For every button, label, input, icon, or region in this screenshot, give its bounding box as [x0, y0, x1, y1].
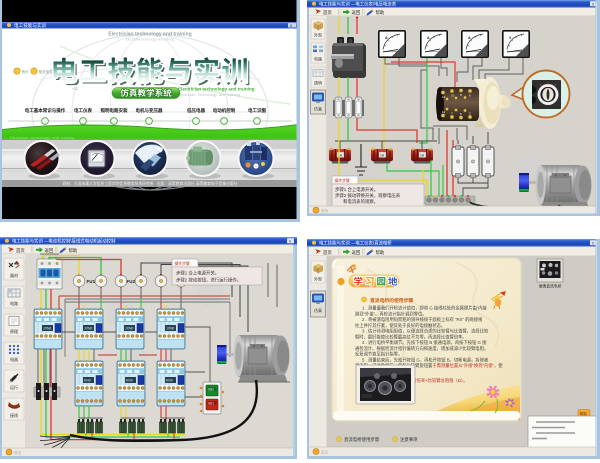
svg-text:JXN0: JXN0: [125, 327, 133, 331]
svg-text:步骤1 合上电源开关。: 步骤1 合上电源开关。: [335, 186, 378, 193]
svg-text:1A: 1A: [420, 154, 425, 158]
svg-text:电路: 电路: [10, 300, 18, 306]
svg-text:11: 11: [442, 110, 445, 114]
svg-text:仿真: 仿真: [314, 307, 322, 313]
svg-text:照明电路安装: 照明电路安装: [101, 107, 128, 114]
svg-text:首页: 首页: [321, 208, 329, 213]
svg-text:帮助: 帮助: [376, 9, 385, 16]
svg-text:返回: 返回: [352, 249, 361, 256]
svg-text:JXN0: JXN0: [43, 327, 51, 331]
svg-text:步骤2 按动按钮，进行运行操作。: 步骤2 按动按钮，进行运行操作。: [176, 277, 241, 284]
svg-text:便携直流电桥: 便携直流电桥: [539, 284, 562, 289]
svg-text:和电流表的观察。: 和电流表的观察。: [343, 198, 378, 205]
svg-text:研制：大连海事大学信息工程学院信息教育技术研究所 出版：: 研制：大连海事大学信息工程学院信息教育技术研究所 出版：高等教育出版社 高等教育…: [62, 181, 237, 186]
svg-text:相关信息: 相关信息: [39, 69, 54, 74]
svg-text:首页: 首页: [16, 247, 25, 254]
svg-text:电工识图: 电工识图: [248, 107, 266, 114]
svg-text:直流电桥的使用步骤: 直流电桥的使用步骤: [370, 297, 413, 304]
svg-text:接线: 接线: [10, 412, 18, 418]
svg-text:电器: 电器: [10, 356, 18, 362]
svg-text:操作步骤: 操作步骤: [335, 178, 350, 183]
svg-text:帮助: 帮助: [580, 411, 588, 416]
svg-text:音乐: 音乐: [22, 69, 30, 74]
svg-text:首页: 首页: [14, 450, 22, 455]
svg-text:FU1: FU1: [87, 279, 96, 284]
svg-text:外型: 外型: [314, 32, 322, 38]
svg-text:操作步骤: 操作步骤: [175, 261, 190, 266]
svg-text:电工技能与实训 —电工仪表\直流电桥: 电工技能与实训 —电工仪表\直流电桥: [319, 240, 392, 247]
svg-text:帮助: 帮助: [69, 247, 78, 254]
svg-text:器材: 器材: [10, 272, 18, 278]
svg-text:帮助: 帮助: [376, 249, 385, 256]
svg-text:Electrician technology and tra: Electrician technology and training: [126, 38, 175, 42]
svg-text:首页: 首页: [323, 9, 332, 16]
svg-text:A: A: [427, 36, 430, 40]
svg-text:电工技能与实训 —电工仪表\电压电流表: 电工技能与实训 —电工仪表\电压电流表: [319, 1, 397, 8]
svg-text:直流电桥使用步骤: 直流电桥使用步骤: [344, 436, 380, 443]
svg-text:低压电器: 低压电器: [186, 107, 205, 114]
svg-text:KN0: KN0: [166, 379, 173, 383]
svg-text:KN0: KN0: [126, 379, 133, 383]
svg-text:-cc: -cc: [72, 86, 79, 91]
svg-text:SB2: SB2: [208, 388, 214, 392]
svg-text:A: A: [385, 36, 388, 40]
svg-text:电机与变压器: 电机与变压器: [136, 107, 163, 114]
svg-text:返回: 返回: [352, 9, 361, 16]
svg-text:Electrician Technology and: Electrician Technology and training: [178, 93, 240, 97]
svg-text:Electrician technology and: Electrician technology and training: [10, 135, 74, 140]
svg-text:仿真: 仿真: [314, 106, 322, 112]
svg-text:步骤1 合上电源开关。: 步骤1 合上电源开关。: [176, 270, 219, 277]
svg-text:12: 12: [442, 95, 446, 99]
svg-text:透明: 透明: [314, 80, 322, 86]
svg-text:电工技能与实训: 电工技能与实训: [14, 22, 47, 29]
svg-text:KN0: KN0: [84, 379, 91, 383]
svg-text:1A: 1A: [380, 154, 385, 158]
svg-text:原理: 原理: [10, 328, 18, 334]
svg-text:首页: 首页: [321, 450, 329, 455]
svg-text:JXN0: JXN0: [166, 327, 174, 331]
svg-text:电路: 电路: [314, 56, 322, 62]
svg-text:10: 10: [451, 94, 455, 98]
svg-text:FU2: FU2: [127, 279, 136, 284]
svg-text:SB1: SB1: [208, 402, 214, 406]
svg-text:电工基本常识与操作: 电工基本常识与操作: [25, 107, 66, 114]
svg-text:外型: 外型: [314, 276, 322, 282]
svg-text:步骤2 拨动转换开关，观察电压表: 步骤2 拨动转换开关，观察电压表: [335, 192, 401, 199]
svg-text:电工技能与实训 —电动机控制\接线式电动机起动控制: 电工技能与实训 —电动机控制\接线式电动机起动控制: [12, 238, 116, 245]
svg-text:电动机控制: 电动机控制: [213, 107, 236, 114]
svg-text:JXN0: JXN0: [84, 327, 92, 331]
svg-text:返回: 返回: [45, 247, 54, 254]
svg-text:运行: 运行: [10, 384, 18, 390]
svg-text:首页: 首页: [323, 249, 332, 256]
svg-text:Electrician technology and tra: Electrician technology and training: [178, 87, 255, 92]
svg-text:A: A: [468, 36, 471, 40]
svg-text:注意事项: 注意事项: [400, 436, 418, 443]
svg-text:电工仪表: 电工仪表: [74, 107, 92, 114]
